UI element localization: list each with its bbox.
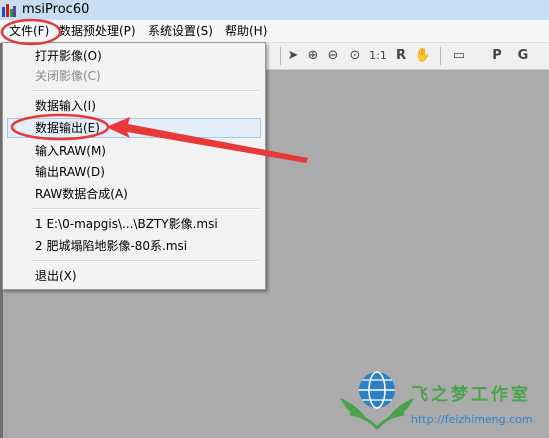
zoom-in-icon[interactable]: ⊕ [304,46,322,66]
toolbar-separator [280,47,281,65]
menu-item-output-raw[interactable]: 输出RAW(D) [7,162,261,182]
menu-preprocess[interactable]: 数据预处理(P) [55,23,140,39]
window-title: msiProc60 [22,2,90,17]
actual-size-icon[interactable]: 1:1 [366,46,390,66]
toolbar: ➤ ⊕ ⊖ ⊙ 1:1 R ✋ ▭ P G [264,43,549,70]
file-menu-dropdown: 打开影像(O) 关闭影像(C) 数据输入(I) 数据输出(E) 输入RAW(M)… [2,42,266,290]
menu-item-close-image: 关闭影像(C) [35,69,101,83]
zoom-out-icon[interactable]: ⊖ [324,46,342,66]
menu-item-data-input[interactable]: 数据输入(I) [7,96,261,116]
menu-separator [33,208,259,210]
watermark-text: 飞之梦工作室 [411,385,531,405]
menu-item-raw-merge[interactable]: RAW数据合成(A) [7,184,261,204]
menu-item-recent-file-1[interactable]: 1 E:\0-mapgis\...\BZTY影像.msi [7,214,261,234]
menu-separator [33,260,259,262]
menu-item-input-raw[interactable]: 输入RAW(M) [7,141,261,161]
menu-item-data-output[interactable]: 数据输出(E) [7,118,261,138]
menu-item-recent-file-2[interactable]: 2 肥城塌陷地影像-80系.msi [7,236,261,256]
menu-file[interactable]: 文件(F) [5,23,53,39]
menu-help[interactable]: 帮助(H) [221,23,271,39]
zoom-fit-icon[interactable]: ⊙ [346,46,364,66]
toolbar-separator [440,47,441,65]
grid-icon[interactable]: G [514,46,532,66]
pan-hand-icon[interactable]: ✋ [414,46,432,66]
menu-bar: 文件(F) 数据预处理(P) 系统设置(S) 帮助(H) [0,20,549,43]
pixel-info-icon[interactable]: P [488,46,506,66]
watermark-url: http://feizhimeng.com [411,413,533,426]
menu-separator [33,90,259,92]
refresh-icon[interactable]: R [392,46,410,66]
menu-system-settings[interactable]: 系统设置(S) [144,23,217,39]
menu-item-open-image[interactable]: 打开影像(O) [7,46,261,66]
app-icon [2,4,16,17]
select-rect-icon[interactable]: ▭ [450,46,468,66]
title-bar: msiProc60 [0,0,549,20]
pointer-arrow-icon[interactable]: ➤ [284,46,302,66]
menu-item-exit[interactable]: 退出(X) [7,266,261,286]
